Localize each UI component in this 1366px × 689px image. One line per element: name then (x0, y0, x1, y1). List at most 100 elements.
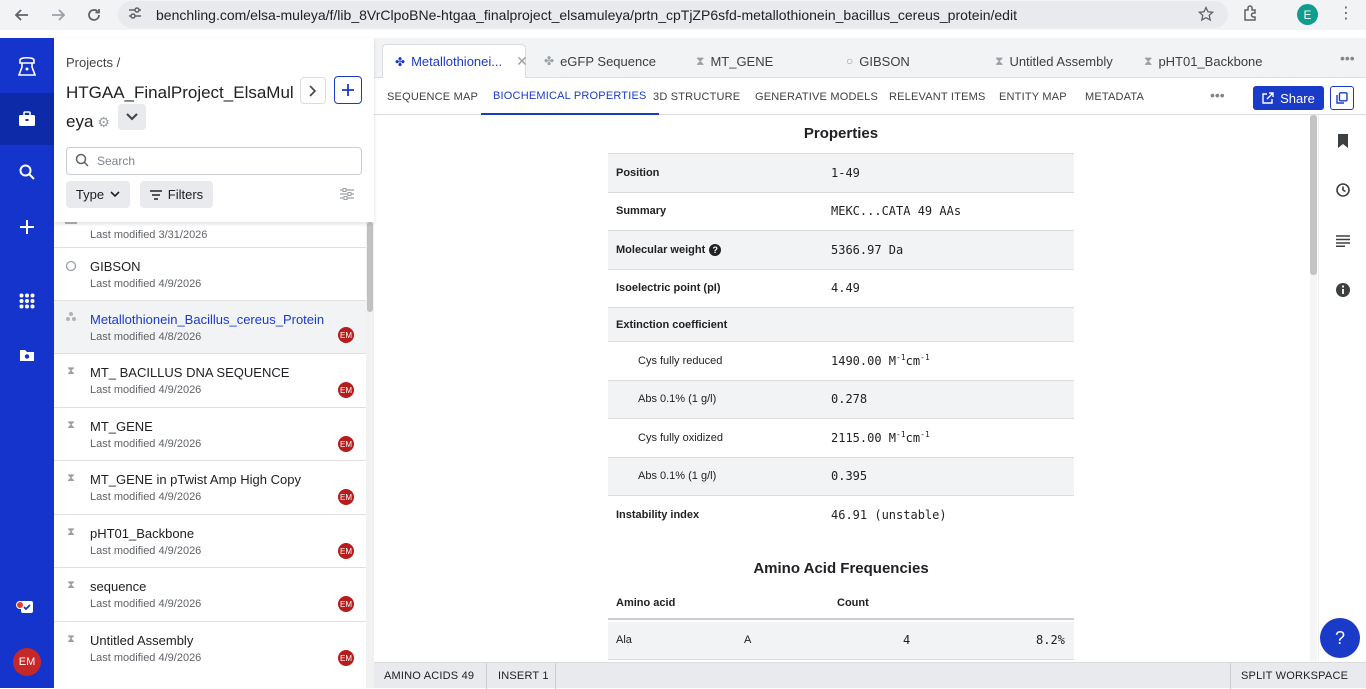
plus-icon (342, 84, 354, 96)
bookmark-icon[interactable] (1333, 131, 1353, 151)
row-label: Isoelectric point (pI) (616, 282, 721, 295)
tab-untitled-assembly[interactable]: ⧗ Untitled Assembly (983, 44, 1113, 78)
forward-icon[interactable] (42, 1, 74, 29)
copy-icon[interactable] (1330, 86, 1354, 110)
split-workspace-button[interactable]: SPLIT WORKSPACE (1241, 670, 1348, 682)
projects-briefcase-icon[interactable] (0, 93, 54, 145)
item-modified: Last modified 4/9/2026 (90, 278, 202, 290)
aa-code: A (744, 634, 752, 646)
table-row: Ala A 4 8.2% (608, 622, 1074, 660)
user-avatar[interactable]: EM (13, 648, 41, 676)
value-exponent: -1 (896, 429, 906, 439)
filter-lines-icon (149, 189, 162, 200)
browser-menu-icon[interactable]: ⋮ (1338, 3, 1354, 23)
row-value: 1490.00 M-1cm-1 (831, 352, 930, 368)
share-button[interactable]: Share (1253, 86, 1324, 110)
content-scrollbar[interactable] (1310, 115, 1317, 661)
app-rail: EM (0, 38, 54, 688)
notification-dot (16, 601, 24, 609)
help-icon[interactable]: ? (709, 243, 722, 256)
dna-icon: ⧗ (696, 53, 705, 68)
tab-egfp-sequence[interactable]: ✤ eGFP Sequence (532, 44, 656, 78)
protein-icon: ✤ (395, 54, 406, 69)
amino-acid-count: AMINO ACIDS 49 (384, 670, 475, 682)
scrollbar-thumb[interactable] (367, 222, 373, 312)
sliders-settings-icon[interactable] (340, 187, 354, 206)
gear-icon[interactable]: ⚙ (97, 108, 110, 137)
table-row: Cys fully oxidized 2115.00 M-1cm-1 (608, 419, 1074, 458)
history-clock-icon[interactable] (1333, 180, 1353, 200)
tab-biochemical-properties[interactable]: BIOCHEMICAL PROPERTIES (481, 79, 659, 115)
dna-icon: ⧗ (1144, 53, 1153, 68)
breadcrumb[interactable]: Projects / (66, 55, 120, 70)
item-modified: Last modified 4/9/2026 (90, 652, 202, 664)
list-item[interactable]: ⧗ sequence Last modified 4/9/2026 EM (54, 568, 366, 622)
status-bar: AMINO ACIDS 49 INSERT 1 SPLIT WORKSPACE (374, 662, 1366, 689)
search-icon[interactable] (0, 146, 54, 198)
dna-icon: ⧗ (67, 472, 75, 484)
divider (1230, 663, 1231, 689)
tab-generative-models[interactable]: GENERATIVE MODELS (743, 79, 890, 115)
list-item[interactable]: ⧗ MT_ BACILLUS DNA SEQUENCE Last modifie… (54, 354, 366, 408)
inventory-folder-icon[interactable] (0, 329, 54, 381)
project-menu-chevron[interactable] (118, 104, 146, 130)
tab-pht01-backbone[interactable]: ⧗ pHT01_Backbone (1132, 44, 1263, 78)
project-title: HTGAA_FinalProject_ElsaMuleya ⚙ (66, 78, 294, 137)
row-label: Position (616, 166, 660, 179)
table-row: Cys fully reduced 1490.00 M-1cm-1 (608, 342, 1074, 381)
tab-gibson[interactable]: ○ GIBSON (834, 44, 910, 78)
benchling-logo-icon[interactable] (0, 40, 54, 92)
help-button[interactable]: ? (1320, 618, 1360, 658)
list-item[interactable]: ⧗ pHT01_Backbone Last modified 4/9/2026 … (54, 515, 366, 568)
circle-icon (65, 260, 77, 272)
main-workspace: ✤ Metallothionei... ✕ ✤ eGFP Sequence ⧗ … (374, 38, 1366, 689)
tab-3d-structure[interactable]: 3D STRUCTURE (641, 79, 752, 115)
value-exponent: -1 (920, 352, 930, 362)
list-item[interactable]: ⧗ MT_GENE Last modified 4/9/2026 EM (54, 408, 366, 461)
tasks-checkbox-icon[interactable] (0, 581, 54, 633)
back-icon[interactable] (6, 1, 38, 29)
divider (486, 663, 487, 689)
row-label: Extinction coefficient (616, 318, 728, 331)
reload-icon[interactable] (78, 1, 110, 29)
site-info-icon[interactable] (128, 6, 148, 23)
col-amino-acid[interactable]: Amino acid (616, 597, 675, 609)
col-count[interactable]: Count (837, 597, 869, 609)
filters-button[interactable]: Filters (140, 181, 213, 208)
tab-relevant-items[interactable]: RELEVANT ITEMS (877, 79, 998, 115)
close-icon[interactable]: ✕ (516, 53, 528, 70)
list-item[interactable]: ⧗ MT_GENE in pTwist Amp High Copy Last m… (54, 461, 366, 515)
properties-title: Properties (803, 125, 879, 142)
list-scrollbar[interactable] (366, 222, 374, 688)
list-item[interactable]: ⧗ Untitled Assembly Last modified 4/9/20… (54, 622, 366, 675)
bookmark-star-icon[interactable] (1197, 5, 1215, 25)
type-filter-button[interactable]: Type (66, 181, 130, 208)
scrollbar-thumb[interactable] (1310, 115, 1317, 275)
notes-lines-icon[interactable] (1333, 231, 1353, 251)
tab-metallothionein[interactable]: ✤ Metallothionei... ✕ (382, 44, 528, 78)
search-input[interactable]: Search (66, 147, 362, 175)
address-bar[interactable]: benchling.com/elsa-muleya/f/lib_8VrClpoB… (118, 1, 1228, 28)
info-icon[interactable] (1333, 280, 1353, 300)
dna-icon: ⧗ (67, 365, 75, 377)
more-options-icon[interactable]: ••• (1210, 87, 1225, 103)
apps-grid-icon[interactable] (0, 275, 54, 327)
biochemical-properties-panel: Properties Position 1-49 Summary MEKC...… (374, 115, 1310, 661)
tab-label: Untitled Assembly (1009, 53, 1113, 69)
extensions-icon[interactable] (1242, 4, 1260, 27)
tab-mt-gene[interactable]: ⧗ MT_GENE (684, 44, 773, 78)
tab-entity-map[interactable]: ENTITY MAP (987, 79, 1079, 115)
collapse-arrow-button[interactable] (300, 77, 326, 104)
add-item-button[interactable] (334, 76, 362, 104)
tab-overflow-icon[interactable]: ••• (1340, 50, 1355, 66)
item-name: MT_GENE (90, 419, 153, 434)
list-item-selected[interactable]: Metallothionein_Bacillus_cereus_Protein … (54, 301, 366, 354)
row-label: Instability index (616, 509, 700, 522)
owner-avatar: EM (338, 650, 354, 666)
tab-sequence-map[interactable]: SEQUENCE MAP (375, 79, 490, 115)
row-label: Abs 0.1% (1 g/l) (638, 470, 717, 483)
profile-avatar[interactable]: E (1297, 4, 1318, 25)
list-item[interactable]: GIBSON Last modified 4/9/2026 (54, 248, 366, 301)
create-plus-icon[interactable] (0, 201, 54, 253)
tab-metadata[interactable]: METADATA (1073, 79, 1156, 115)
